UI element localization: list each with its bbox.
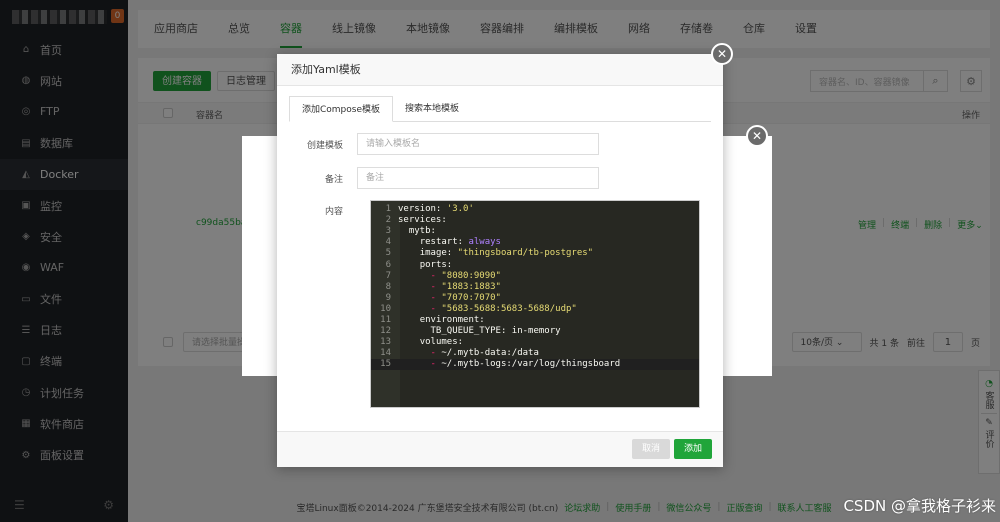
code-text: environment: (419, 315, 485, 325)
template-name-input[interactable]: 请输入模板名 (357, 133, 599, 155)
line-number: 13 (380, 337, 391, 348)
line-number: 11 (380, 315, 391, 325)
code-line[interactable]: 5 image: "thingsboard/tb-postgres" (371, 248, 699, 259)
line-number: 4 (385, 237, 391, 248)
code-text: version: '3.0' (398, 204, 474, 214)
code-text: volumes: (419, 337, 464, 348)
code-line[interactable]: 1 version: '3.0' (371, 204, 699, 215)
code-text: restart: always (419, 237, 501, 248)
line-number: 15 (380, 359, 391, 370)
code-line[interactable]: 15 - ~/.mytb-logs:/var/log/thingsboard (371, 359, 699, 371)
modal-footer: 取消 添加 (277, 431, 723, 467)
code-text: image: "thingsboard/tb-postgres" (419, 248, 594, 259)
code-text: ports: (419, 259, 453, 270)
code-line[interactable]: 7 - "8080:9090" (371, 271, 699, 282)
line-number: 2 (385, 215, 391, 226)
add-button[interactable]: 添加 (674, 439, 713, 459)
code-text: - ~/.mytb-logs:/var/log/thingsboard (430, 359, 621, 370)
code-line[interactable]: 4 restart: always (371, 237, 699, 248)
add-yaml-template-modal: 添加Yaml模板 添加Compose模板 搜索本地模板 创建模板 请输入模板名 备… (277, 54, 723, 467)
cancel-button[interactable]: 取消 (632, 439, 671, 459)
line-number: 10 (380, 303, 391, 314)
modal-tab[interactable]: 添加Compose模板 (289, 96, 394, 122)
code-line[interactable]: 9 - "7070:7070" (371, 293, 699, 304)
code-line[interactable]: 6 ports: (371, 260, 699, 271)
code-line[interactable]: 12 TB_QUEUE_TYPE: in-memory (371, 326, 699, 337)
code-line[interactable]: 10 - "5683-5688:5683-5688/udp" (371, 304, 699, 315)
app-window: 0 ⌂首页◍网站◎FTP▤数据库◭Docker▣监控◈安全◉WAF▭文件☰日志▢… (0, 0, 1000, 522)
template-name-label: 创建模板 (306, 140, 343, 151)
remark-label: 备注 (324, 174, 343, 185)
code-line[interactable]: 14 - ~/.mytb-data:/data (371, 348, 699, 359)
modal-title: 添加Yaml模板 (277, 54, 723, 86)
line-number: 14 (380, 348, 391, 359)
watermark: CSDN @拿我格子衫来 (843, 497, 996, 515)
modal-tabs: 添加Compose模板 搜索本地模板 (289, 96, 711, 122)
yaml-code-editor[interactable]: 1 version: '3.0' 2 services: 3 mytb: 4 restar… (370, 200, 700, 408)
line-number: 5 (385, 248, 391, 259)
code-line[interactable]: 8 - "1883:1883" (371, 282, 699, 293)
code-text: - "5683-5688:5683-5688/udp" (430, 303, 577, 314)
code-line[interactable]: 11 environment: (371, 315, 699, 326)
code-text: - "7070:7070" (430, 292, 501, 303)
code-text: services: (398, 215, 447, 226)
line-number: 8 (385, 281, 391, 292)
line-number: 9 (385, 292, 391, 303)
code-text: - "8080:9090" (430, 270, 501, 281)
code-line[interactable]: 2 services: (371, 215, 699, 226)
code-text: - ~/.mytb-data:/data (430, 348, 539, 359)
line-number: 7 (385, 270, 391, 281)
code-text: - "1883:1883" (430, 281, 501, 292)
line-number: 1 (385, 204, 391, 214)
remark-input[interactable]: 备注 (357, 167, 599, 189)
modal-tab[interactable]: 搜索本地模板 (393, 96, 471, 122)
code-line[interactable]: 3 mytb: (371, 226, 699, 237)
line-number: 12 (380, 326, 391, 337)
content-label: 内容 (324, 207, 343, 217)
code-text: TB_QUEUE_TYPE: in-memory (430, 326, 561, 337)
code-line[interactable]: 13 volumes: (371, 337, 699, 348)
background-dialog-close-icon[interactable]: ✕ (746, 125, 768, 147)
line-number: 3 (385, 226, 391, 237)
modal-close-icon[interactable]: ✕ (711, 43, 733, 65)
line-number: 6 (385, 259, 391, 270)
code-text: mytb: (408, 226, 436, 237)
